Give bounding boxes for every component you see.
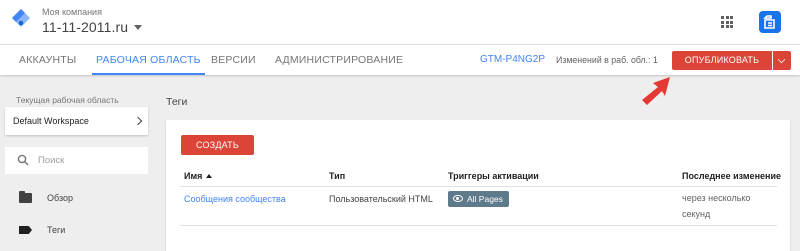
apps-grid-icon[interactable] — [721, 16, 733, 28]
last-modified: через несколько секунд — [682, 193, 751, 219]
tab-versions[interactable]: ВЕРСИИ — [211, 45, 256, 75]
nav-bar: АККАУНТЫ РАБОЧАЯ ОБЛАСТЬ ВЕРСИИ АДМИНИСТ… — [0, 44, 800, 75]
chevron-right-icon — [133, 116, 143, 126]
top-header: Моя компания 11-11-2011.ru — [0, 0, 800, 44]
annotation-arrow-icon — [642, 77, 670, 105]
account-label: Моя компания — [42, 7, 102, 17]
page-title: Теги — [166, 96, 188, 108]
tags-table-card: СОЗДАТЬ Имя Тип Триггеры активации После… — [166, 120, 790, 251]
divider — [180, 225, 777, 226]
tab-accounts[interactable]: АККАУНТЫ — [19, 45, 76, 75]
search-icon — [17, 154, 29, 166]
sort-ascending-icon — [206, 174, 213, 178]
divider — [180, 186, 777, 187]
notifications-icon[interactable] — [759, 11, 781, 33]
tab-admin[interactable]: АДМИНИСТРИРОВАНИЕ — [275, 45, 403, 75]
workspace-changes-count: Изменений в раб. обл.: 1 — [556, 55, 658, 65]
sidebar-item-overview[interactable]: Обзор — [0, 184, 150, 212]
caret-down-icon[interactable] — [134, 24, 143, 30]
trigger-chip[interactable]: All Pages — [448, 191, 509, 207]
column-header-type[interactable]: Тип — [329, 171, 345, 181]
container-id[interactable]: GTM-P4NG2P — [480, 45, 545, 75]
publish-menu-button[interactable] — [773, 51, 791, 70]
gtm-logo-icon[interactable] — [11, 8, 31, 28]
publish-button[interactable]: ОПУБЛИКОВАТЬ — [672, 51, 772, 70]
sidebar-item-label: Теги — [47, 225, 66, 235]
tag-type: Пользовательский HTML — [329, 194, 433, 204]
account-selector[interactable]: Моя компания 11-11-2011.ru — [42, 7, 143, 35]
column-header-triggers[interactable]: Триггеры активации — [448, 171, 539, 181]
eye-icon — [453, 195, 463, 202]
sidebar-item-label: Обзор — [47, 193, 73, 203]
workspace-name: Default Workspace — [13, 116, 89, 126]
sidebar-item-tags[interactable]: Теги — [0, 216, 150, 244]
column-header-modified[interactable]: Последнее изменение — [682, 171, 781, 181]
create-tag-button[interactable]: СОЗДАТЬ — [181, 135, 254, 155]
chevron-down-icon — [777, 55, 786, 64]
container-name[interactable]: 11-11-2011.ru — [42, 19, 128, 35]
column-header-name[interactable]: Имя — [184, 171, 213, 181]
workspace-label: Текущая рабочая область — [16, 95, 119, 105]
workspace-selector[interactable]: Default Workspace — [5, 107, 148, 135]
tab-workspace[interactable]: РАБОЧАЯ ОБЛАСТЬ — [92, 45, 205, 75]
search-box[interactable]: Поиск — [5, 147, 148, 174]
search-input[interactable]: Поиск — [38, 147, 64, 174]
tag-name-link[interactable]: Сообщения сообщества — [184, 194, 286, 204]
